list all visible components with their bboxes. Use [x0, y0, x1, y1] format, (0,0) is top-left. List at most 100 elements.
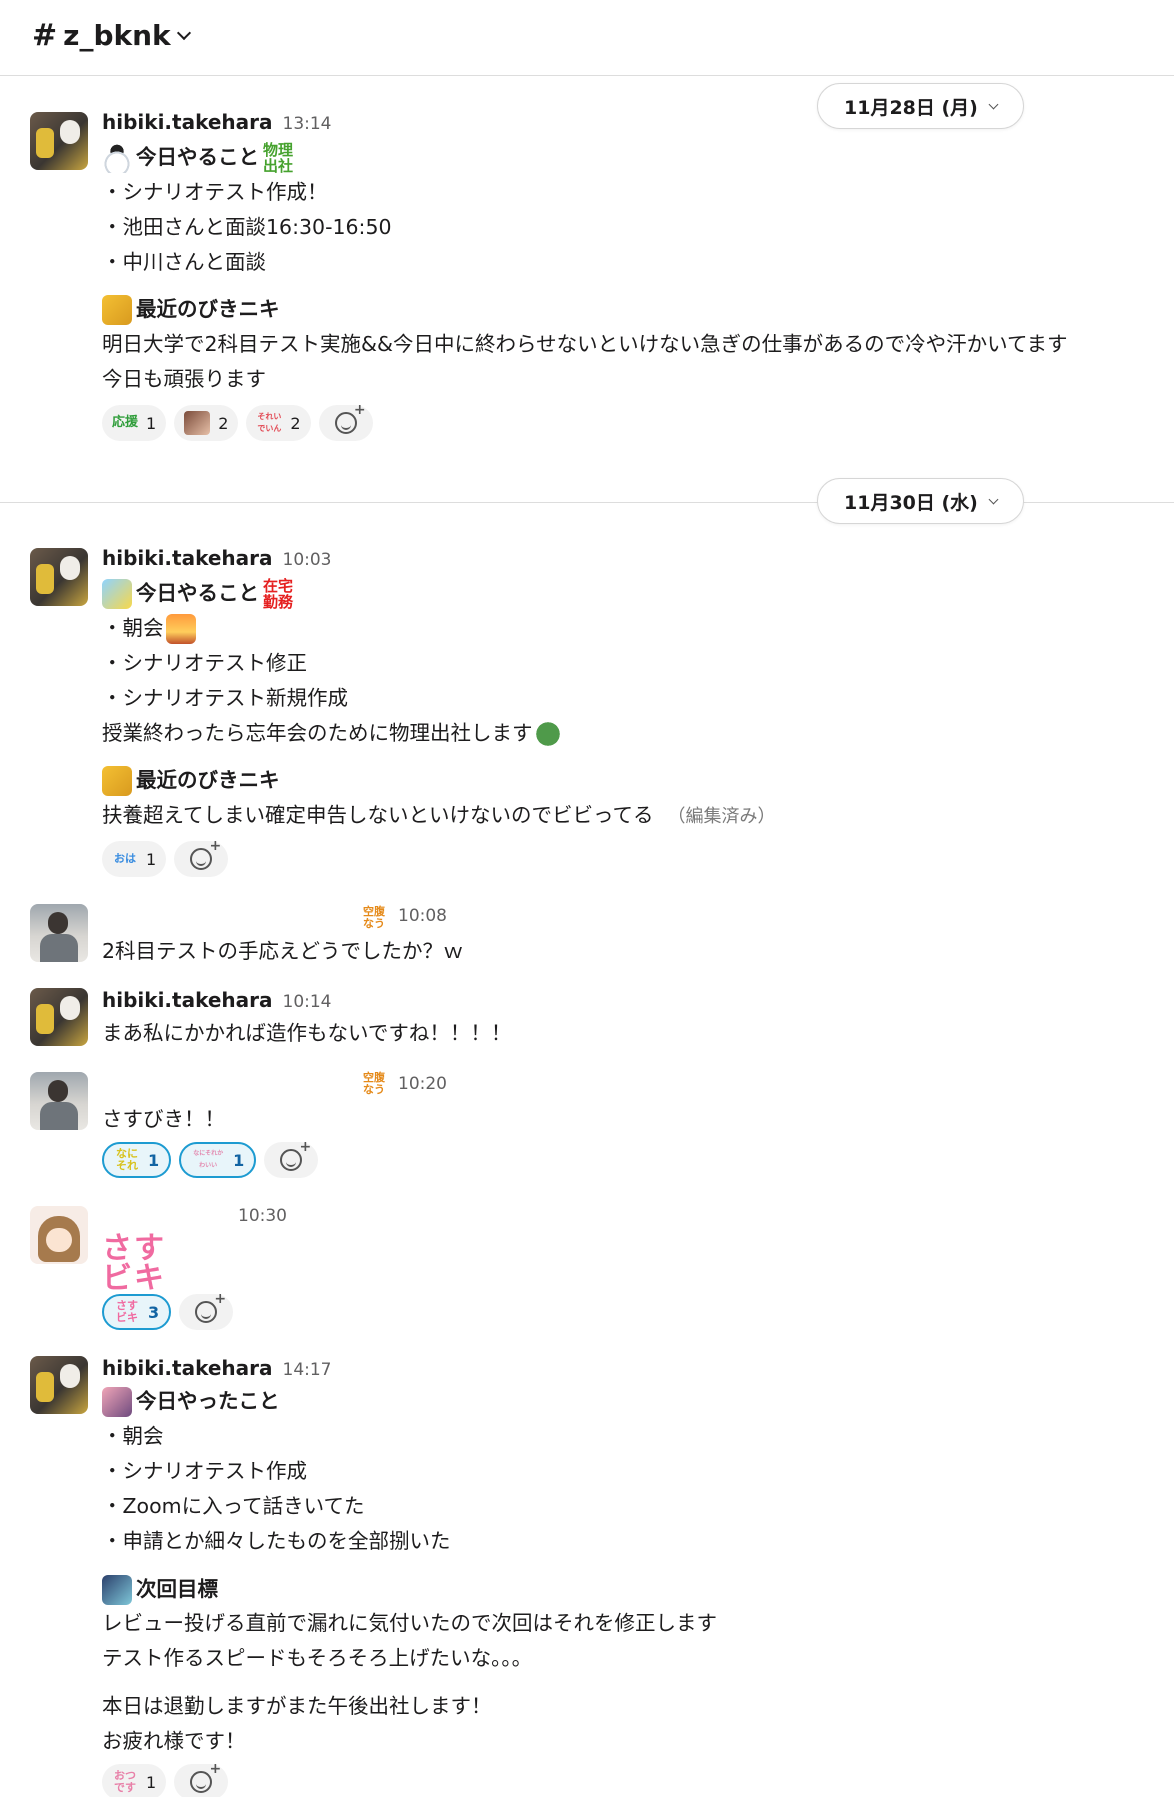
username[interactable]: hibiki.takehara — [102, 546, 273, 570]
list-item: ・池田さんと面談16:30-16:50 — [102, 215, 392, 239]
reaction-bar: さすビキ 3 — [102, 1291, 234, 1330]
reaction-ohayo[interactable]: おは 1 — [102, 841, 167, 877]
heading-text: 今日やること — [136, 145, 259, 169]
heading-text: 次回目標 — [136, 1577, 218, 1601]
reaction-count: 2 — [218, 413, 229, 433]
date-label: 11月30日 (水) — [844, 491, 978, 514]
reaction-person[interactable]: 2 — [174, 405, 239, 441]
channel-name: z_bknk — [63, 19, 171, 52]
nanisore-kawaii-emoji-icon: なにそれかわいい — [193, 1150, 224, 1169]
reaction-count: 1 — [146, 849, 157, 869]
message-text: 2科目テストの手応えどうでしたか？ｗ — [102, 939, 464, 963]
timestamp[interactable]: 10:20 — [398, 1074, 447, 1094]
date-divider-button[interactable]: 11月28日 (月) — [817, 83, 1024, 129]
ohayo-emoji-icon: おは — [114, 852, 136, 865]
list-item: ・朝会 — [102, 1424, 164, 1448]
add-reaction-icon — [190, 838, 221, 870]
add-reaction-icon — [190, 1761, 221, 1793]
list-item: ・申請とか細々したものを全部捌いた — [102, 1529, 451, 1553]
message-heading: 次回目標 — [102, 1572, 218, 1607]
tag-line: 出社 — [263, 157, 294, 175]
message-text: テスト作るスピードもそろそろ上げたいな。。。 — [102, 1646, 533, 1670]
timestamp[interactable]: 10:14 — [283, 992, 332, 1012]
otsukare-emoji-icon: おつです — [114, 1770, 136, 1794]
add-reaction-button[interactable] — [264, 1139, 319, 1178]
reaction-nanisore[interactable]: なにそれ 1 — [102, 1142, 172, 1178]
add-reaction-button[interactable] — [174, 838, 229, 877]
timestamp[interactable]: 10:30 — [238, 1206, 287, 1226]
sasubiki-big-emoji: さす ビキ — [102, 1234, 166, 1294]
popteam-emoji-icon — [102, 579, 132, 609]
avatar[interactable] — [30, 904, 88, 962]
message-text: まあ私にかかれば造作もないですね！！！！ — [102, 1021, 512, 1045]
status-emoji-icon: 空腹なう — [363, 905, 385, 930]
anime-boy-emoji-icon — [102, 1575, 132, 1605]
reaction-soreide[interactable]: それいでいん 2 — [246, 405, 311, 441]
tag-line: 勤務 — [263, 593, 294, 611]
reaction-bar: なにそれ 1 なにそれかわいい 1 — [102, 1139, 319, 1178]
timestamp[interactable]: 14:17 — [283, 1360, 332, 1380]
reaction-otsukare[interactable]: おつです 1 — [102, 1764, 167, 1797]
list-item: ・朝会 — [102, 611, 200, 646]
reaction-ouen[interactable]: 応援 1 — [102, 405, 167, 441]
message-text: 明日大学で2科目テスト実施&&今日中に終わらせないといけない急ぎの仕事があるので… — [102, 332, 1068, 356]
add-reaction-icon — [280, 1139, 311, 1171]
big-emoji-line: ビキ — [102, 1261, 166, 1296]
message-text: レビュー投げる直前で漏れに気付いたので次回はそれを修正します — [102, 1611, 717, 1635]
reaction-count: 3 — [148, 1302, 160, 1322]
heading-text: 今日やること — [136, 581, 259, 605]
person-emoji-icon — [184, 411, 211, 435]
message-heading: 最近のびきニキ — [102, 292, 280, 327]
avatar[interactable] — [30, 1072, 88, 1130]
timestamp[interactable]: 10:03 — [283, 550, 332, 570]
reaction-bar: おは 1 — [102, 838, 229, 877]
add-reaction-button[interactable] — [179, 1291, 234, 1330]
message-text: 授業終わったら忘年会のために物理出社します — [102, 716, 567, 751]
turtle-emoji-icon — [532, 719, 563, 749]
avatar[interactable] — [30, 1206, 88, 1264]
reaction-nanisore-kawaii[interactable]: なにそれかわいい 1 — [179, 1142, 257, 1178]
soreide-emoji-icon: それいでいん — [257, 412, 282, 433]
message-text: 今日も頑張ります — [102, 367, 266, 391]
chevron-down-icon — [988, 99, 999, 109]
date-divider-button[interactable]: 11月30日 (水) — [817, 478, 1024, 524]
avatar[interactable] — [30, 112, 88, 170]
timestamp[interactable]: 10:08 — [398, 906, 447, 926]
message-text: さすびき！！ — [102, 1107, 225, 1131]
list-item: ・シナリオテスト作成 — [102, 1459, 307, 1483]
body-text: 扶養超えてしまい確定申告しないといけないのでビビってる — [102, 803, 654, 827]
message-heading: 今日やること 物理 出社 — [102, 140, 293, 175]
channel-name-button[interactable]: # z_bknk — [32, 18, 191, 53]
reaction-sasubiki[interactable]: さすビキ 3 — [102, 1294, 172, 1330]
sasubiki-emoji-icon: さすビキ — [116, 1300, 138, 1324]
message-text: お疲れ様です！ — [102, 1729, 246, 1753]
channel-header: # z_bknk — [0, 0, 1174, 76]
list-item: ・シナリオテスト修正 — [102, 651, 307, 675]
reaction-bar: 応援 1 2 それいでいん 2 — [102, 402, 373, 441]
reaction-count: 1 — [148, 1150, 160, 1170]
message-heading: 最近のびきニキ — [102, 763, 280, 798]
avatar[interactable] — [30, 988, 88, 1046]
add-reaction-button[interactable] — [174, 1761, 229, 1797]
list-item: ・中川さんと面談 — [102, 250, 266, 274]
reaction-count: 1 — [146, 413, 157, 433]
username[interactable]: hibiki.takehara — [102, 988, 273, 1012]
username[interactable]: hibiki.takehara — [102, 1356, 273, 1380]
timestamp[interactable]: 13:14 — [283, 114, 332, 134]
add-reaction-icon — [334, 402, 366, 434]
giraffe-emoji-icon — [102, 295, 132, 325]
list-item-text: ・朝会 — [102, 616, 164, 640]
reaction-bar: おつです 1 — [102, 1761, 229, 1797]
hash-icon: # — [32, 18, 58, 53]
avatar[interactable] — [30, 1356, 88, 1414]
sunrise-emoji-icon — [165, 614, 196, 644]
add-reaction-icon — [195, 1291, 226, 1323]
add-reaction-button[interactable] — [318, 402, 373, 441]
username[interactable]: hibiki.takehara — [102, 110, 273, 134]
note-text: 授業終わったら忘年会のために物理出社します — [102, 721, 533, 745]
nanisore-emoji-icon: なにそれ — [116, 1148, 138, 1172]
chevron-down-icon — [176, 25, 191, 40]
giraffe-emoji-icon — [102, 766, 132, 796]
avatar[interactable] — [30, 548, 88, 606]
message-text: 扶養超えてしまい確定申告しないといけないのでビビってる （編集済み） — [102, 798, 775, 834]
